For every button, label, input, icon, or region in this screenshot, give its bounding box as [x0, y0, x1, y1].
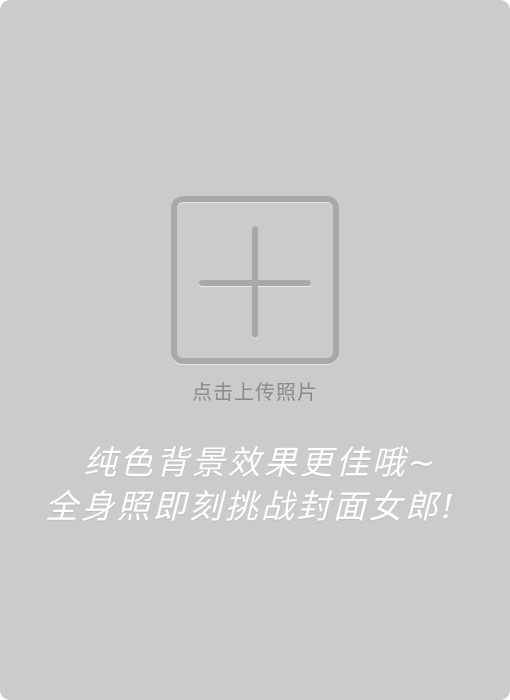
plus-icon[interactable]: [171, 196, 339, 364]
photo-upload-area[interactable]: 点击上传照片 纯色背景效果更佳哦~ 全身照即刻挑战封面女郎!: [0, 0, 510, 700]
tagline-line-1: 纯色背景效果更佳哦~: [83, 443, 439, 482]
tagline-line-2: 全身照即刻挑战封面女郎!: [44, 487, 458, 526]
upload-photo-label[interactable]: 点击上传照片: [0, 376, 510, 405]
plus-icon-vertical-bar: [252, 226, 258, 338]
